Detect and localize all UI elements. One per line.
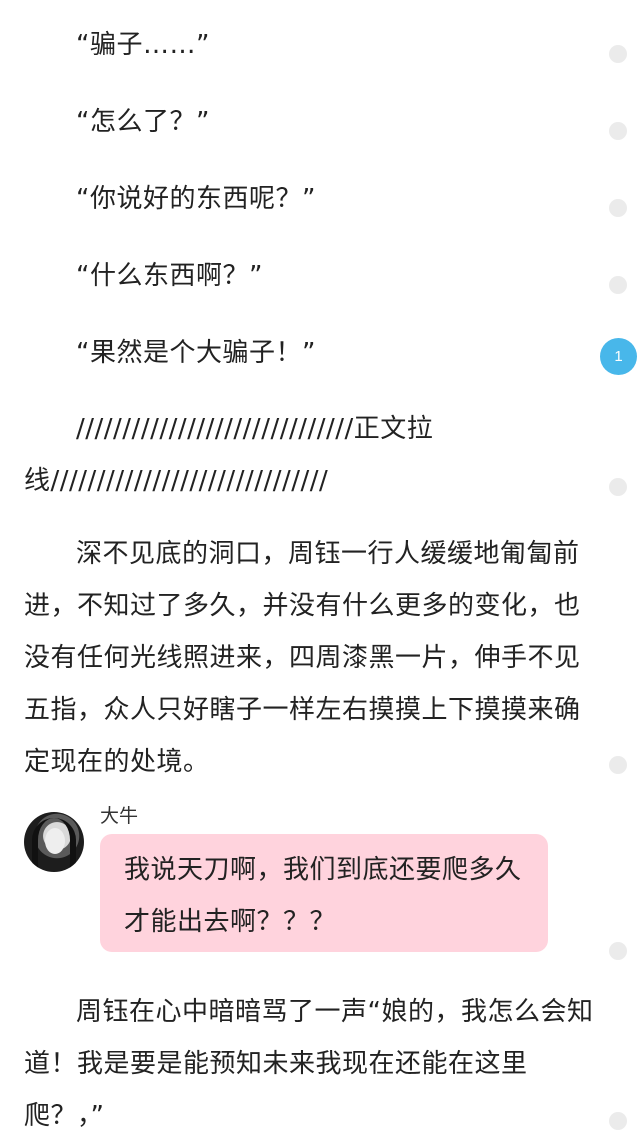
dialogue-line: “骗子……”	[76, 30, 210, 60]
dialogue-line: “怎么了？”	[76, 107, 210, 137]
paragraph-comment-marker[interactable]	[609, 1112, 627, 1130]
commenter-name[interactable]: 大牛	[100, 804, 138, 828]
dialogue-line: “果然是个大骗子！”	[76, 338, 316, 368]
paragraph-comment-marker[interactable]	[609, 122, 627, 140]
paragraph-comment-marker[interactable]	[609, 276, 627, 294]
dialogue-line: “什么东西啊？”	[76, 261, 263, 291]
reader-page: “骗子……” “怎么了？” “你说好的东西呢？” “什么东西啊？” “果然是个大…	[0, 0, 640, 1138]
divider-line: 线//////////////////////////////	[24, 466, 329, 496]
paragraph-comment-marker[interactable]	[609, 199, 627, 217]
paragraph-comment-marker[interactable]	[609, 756, 627, 774]
story-paragraph: 周钰在心中暗暗骂了一声“娘的，我怎么会知道！我是要是能预知未来我现在还能在这里爬…	[24, 997, 594, 1131]
dialogue-line: “你说好的东西呢？”	[76, 184, 316, 214]
comment-bubble[interactable]: 我说天刀啊，我们到底还要爬多久才能出去啊？？？	[100, 834, 548, 952]
divider-line: //////////////////////////////正文拉	[76, 414, 434, 444]
story-paragraph: 深不见底的洞口，周钰一行人缓缓地匍匐前进，不知过了多久，并没有什么更多的变化，也…	[24, 539, 581, 777]
paragraph-comment-marker[interactable]	[609, 45, 627, 63]
commenter-avatar[interactable]	[24, 812, 84, 872]
paragraph-comment-marker[interactable]	[609, 478, 627, 496]
paragraph-comment-marker[interactable]	[609, 942, 627, 960]
paragraph-comment-count-badge[interactable]: 1	[600, 338, 637, 375]
avatar-face-shape	[45, 828, 65, 854]
